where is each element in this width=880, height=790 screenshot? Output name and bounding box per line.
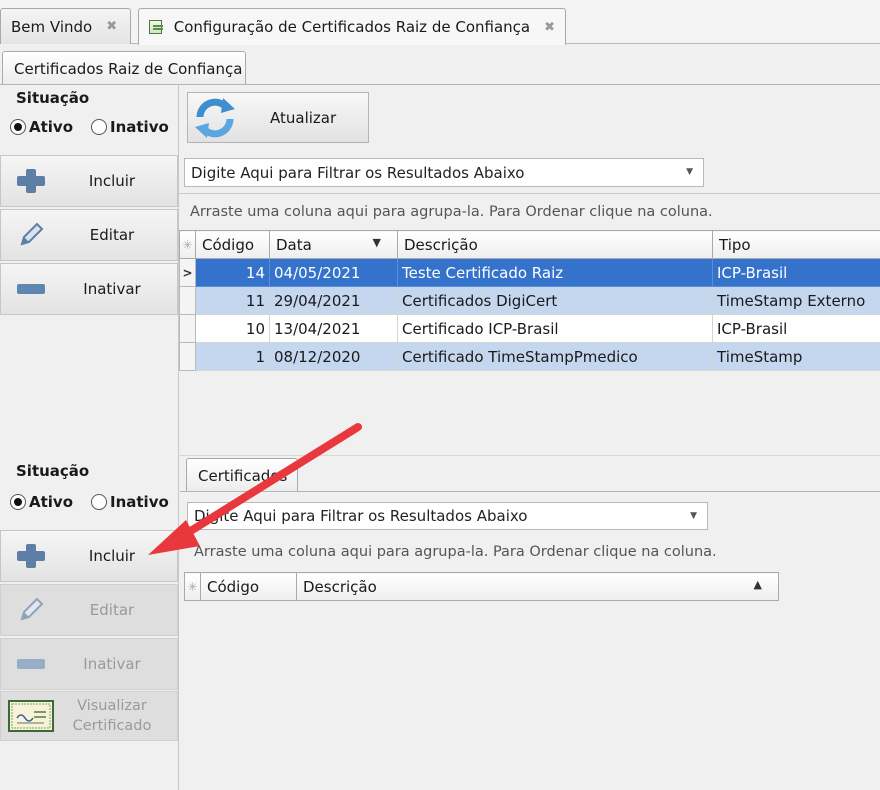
- chevron-down-icon[interactable]: ▼: [690, 511, 697, 521]
- table-row[interactable]: 10 13/04/2021 Certificado ICP-Brasil ICP…: [179, 314, 880, 343]
- minus-icon: [17, 659, 45, 669]
- situacao-title: Situação: [16, 462, 90, 480]
- sort-descending-icon: ▼: [372, 235, 381, 249]
- cell-tipo[interactable]: TimeStamp: [712, 342, 880, 371]
- editar-button-top[interactable]: Editar: [0, 209, 178, 261]
- certificate-icon: [149, 20, 163, 34]
- chevron-down-icon[interactable]: ▼: [686, 167, 693, 177]
- button-label-line2: Certificado: [72, 718, 152, 734]
- atualizar-button[interactable]: Atualizar: [187, 92, 369, 143]
- table-row[interactable]: > 14 04/05/2021 Teste Certificado Raiz I…: [179, 258, 880, 287]
- button-label: Inativar: [83, 655, 141, 673]
- radio-ativo-bottom[interactable]: Ativo: [10, 493, 73, 511]
- row-indicator: [179, 286, 196, 315]
- tab-label: Certificados Raiz de Confiança: [14, 59, 243, 78]
- table-row[interactable]: 11 29/04/2021 Certificados DigiCert Time…: [179, 286, 880, 315]
- annotation-arrow: [148, 423, 362, 555]
- radio-ativo-top[interactable]: Ativo: [10, 118, 73, 136]
- column-header-codigo[interactable]: Código: [200, 572, 297, 601]
- cell-descricao[interactable]: Certificado ICP-Brasil: [397, 314, 713, 343]
- radio-label: Ativo: [29, 118, 74, 136]
- radio-button[interactable]: [91, 119, 107, 135]
- radio-button[interactable]: [91, 494, 107, 510]
- inativar-button-top[interactable]: Inativar: [0, 263, 178, 315]
- button-label-line1: Visualizar: [77, 698, 147, 714]
- separator: [178, 193, 880, 194]
- close-icon[interactable]: ✖: [544, 20, 555, 35]
- row-indicator: [179, 314, 196, 343]
- radio-label: Ativo: [29, 493, 74, 511]
- row-indicator-icon: >: [179, 258, 196, 287]
- column-header-tipo[interactable]: Tipo: [712, 230, 880, 259]
- column-header-descricao[interactable]: Descrição ▲: [296, 572, 779, 601]
- grid-header-row: ✳ Código Descrição ▲: [184, 572, 779, 601]
- certificate-icon: [8, 700, 54, 732]
- minus-icon: [17, 284, 45, 294]
- situacao-group-top: Situação: [16, 89, 89, 107]
- plus-icon: [17, 544, 45, 568]
- button-label: Editar: [89, 601, 135, 619]
- new-row-indicator-icon: ✳: [184, 572, 201, 601]
- radio-inativo-top[interactable]: Inativo: [91, 118, 169, 136]
- cell-descricao[interactable]: Teste Certificado Raiz: [397, 258, 713, 287]
- situacao-title: Situação: [16, 89, 90, 107]
- tab-underline: [0, 84, 880, 85]
- cell-tipo[interactable]: TimeStamp Externo: [712, 286, 880, 315]
- tab-label: Bem Vindo: [11, 17, 93, 36]
- column-header-descricao[interactable]: Descrição: [397, 230, 713, 259]
- incluir-button-top[interactable]: Incluir: [0, 155, 178, 207]
- radio-button[interactable]: [10, 119, 26, 135]
- certificados-grid: ✳ Código Descrição ▲: [184, 572, 779, 601]
- cell-data[interactable]: 29/04/2021: [269, 286, 398, 315]
- cell-data[interactable]: 08/12/2020: [269, 342, 398, 371]
- cell-descricao[interactable]: Certificado TimeStampPmedico: [397, 342, 713, 371]
- tab-bem-vindo[interactable]: Bem Vindo ✖: [0, 8, 131, 44]
- situacao-group-bottom: Situação: [16, 462, 89, 480]
- tab-certificados-raiz[interactable]: Certificados Raiz de Confiança: [2, 51, 246, 85]
- inativar-button-bottom[interactable]: Inativar: [0, 638, 178, 690]
- certificados-raiz-grid: ✳ Código Data ▼ Descrição Tipo > 14 04/0…: [179, 230, 880, 371]
- cell-data[interactable]: 04/05/2021: [269, 258, 398, 287]
- refresh-icon: [195, 97, 235, 138]
- cell-tipo[interactable]: ICP-Brasil: [712, 314, 880, 343]
- grid-header-row: ✳ Código Data ▼ Descrição Tipo: [179, 230, 880, 259]
- cell-descricao[interactable]: Certificados DigiCert: [397, 286, 713, 315]
- pencil-icon: [20, 597, 44, 621]
- close-icon[interactable]: ✖: [106, 19, 117, 34]
- filter-input-top[interactable]: Digite Aqui para Filtrar os Resultados A…: [184, 158, 704, 187]
- filter-placeholder: Digite Aqui para Filtrar os Resultados A…: [191, 163, 525, 182]
- button-label: Atualizar: [270, 108, 337, 127]
- tab-label: Configuração de Certificados Raiz de Con…: [173, 18, 531, 36]
- tab-configuracao-certificados[interactable]: Configuração de Certificados Raiz de Con…: [138, 8, 566, 45]
- document-tab-strip: Bem Vindo ✖ Configuração de Certificados…: [0, 0, 880, 45]
- pencil-icon: [20, 222, 44, 246]
- button-label: Editar: [89, 226, 135, 244]
- cell-codigo[interactable]: 14: [195, 258, 270, 287]
- column-header-codigo[interactable]: Código: [195, 230, 270, 259]
- plus-icon: [17, 169, 45, 193]
- cell-data[interactable]: 13/04/2021: [269, 314, 398, 343]
- cell-codigo[interactable]: 11: [195, 286, 270, 315]
- column-label: Data: [276, 235, 312, 254]
- button-label: Inativar: [83, 280, 141, 298]
- sort-ascending-icon: ▲: [753, 577, 762, 591]
- visualizar-certificado-button[interactable]: Visualizar Certificado: [0, 691, 178, 741]
- row-indicator: [179, 342, 196, 371]
- button-label: Visualizar Certificado: [61, 696, 177, 736]
- column-header-data[interactable]: Data ▼: [269, 230, 398, 259]
- cell-tipo[interactable]: ICP-Brasil: [712, 258, 880, 287]
- radio-label: Inativo: [110, 118, 169, 136]
- group-by-hint-top: Arraste uma coluna aqui para agrupa-la. …: [190, 204, 713, 220]
- button-label: Incluir: [88, 172, 136, 190]
- new-row-indicator-icon: ✳: [179, 230, 196, 259]
- cell-codigo[interactable]: 10: [195, 314, 270, 343]
- cell-codigo[interactable]: 1: [195, 342, 270, 371]
- column-label: Descrição: [303, 577, 377, 596]
- radio-button[interactable]: [10, 494, 26, 510]
- table-row[interactable]: 1 08/12/2020 Certificado TimeStampPmedic…: [179, 342, 880, 371]
- editar-button-bottom[interactable]: Editar: [0, 584, 178, 636]
